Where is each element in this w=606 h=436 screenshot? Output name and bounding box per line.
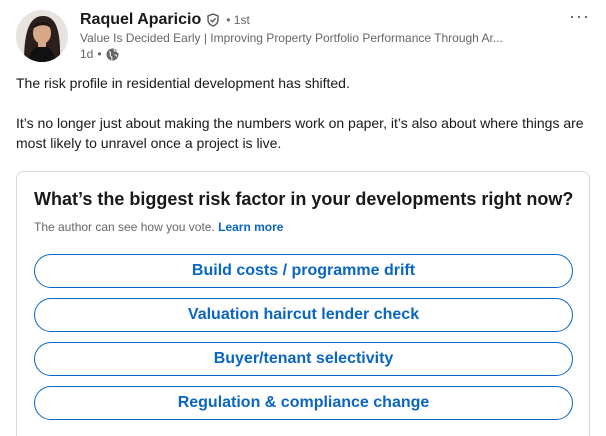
globe-icon (106, 48, 119, 61)
poll-card: What’s the biggest risk factor in your d… (16, 171, 590, 436)
poll-option-button[interactable]: Build costs / programme drift (34, 254, 573, 288)
author-headline: Value Is Decided Early | Improving Prope… (80, 31, 503, 45)
meta-separator: • (97, 47, 102, 61)
connection-degree: • 1st (226, 13, 250, 27)
post-paragraph: It’s no longer just about making the num… (16, 115, 584, 151)
post-body: The risk profile in residential developm… (16, 73, 592, 153)
poll-option-button[interactable]: Valuation haircut lender check (34, 298, 573, 332)
verified-shield-icon (206, 13, 220, 27)
more-options-icon[interactable]: ··· (569, 6, 590, 27)
poll-note: The author can see how you vote. Learn m… (34, 220, 284, 234)
avatar[interactable] (16, 10, 68, 62)
poll-question: What’s the biggest risk factor in your d… (34, 189, 574, 209)
poll-option-button[interactable]: Regulation & compliance change (34, 386, 573, 420)
post-paragraph: The risk profile in residential developm… (16, 75, 350, 91)
post-time: 1d (80, 47, 94, 61)
learn-more-link[interactable]: Learn more (218, 220, 283, 234)
poll-option-button[interactable]: Buyer/tenant selectivity (34, 342, 573, 376)
author-name[interactable]: Raquel Aparicio (80, 11, 201, 29)
post-header: Raquel Aparicio • 1st Value Is Decided E… (16, 6, 590, 64)
